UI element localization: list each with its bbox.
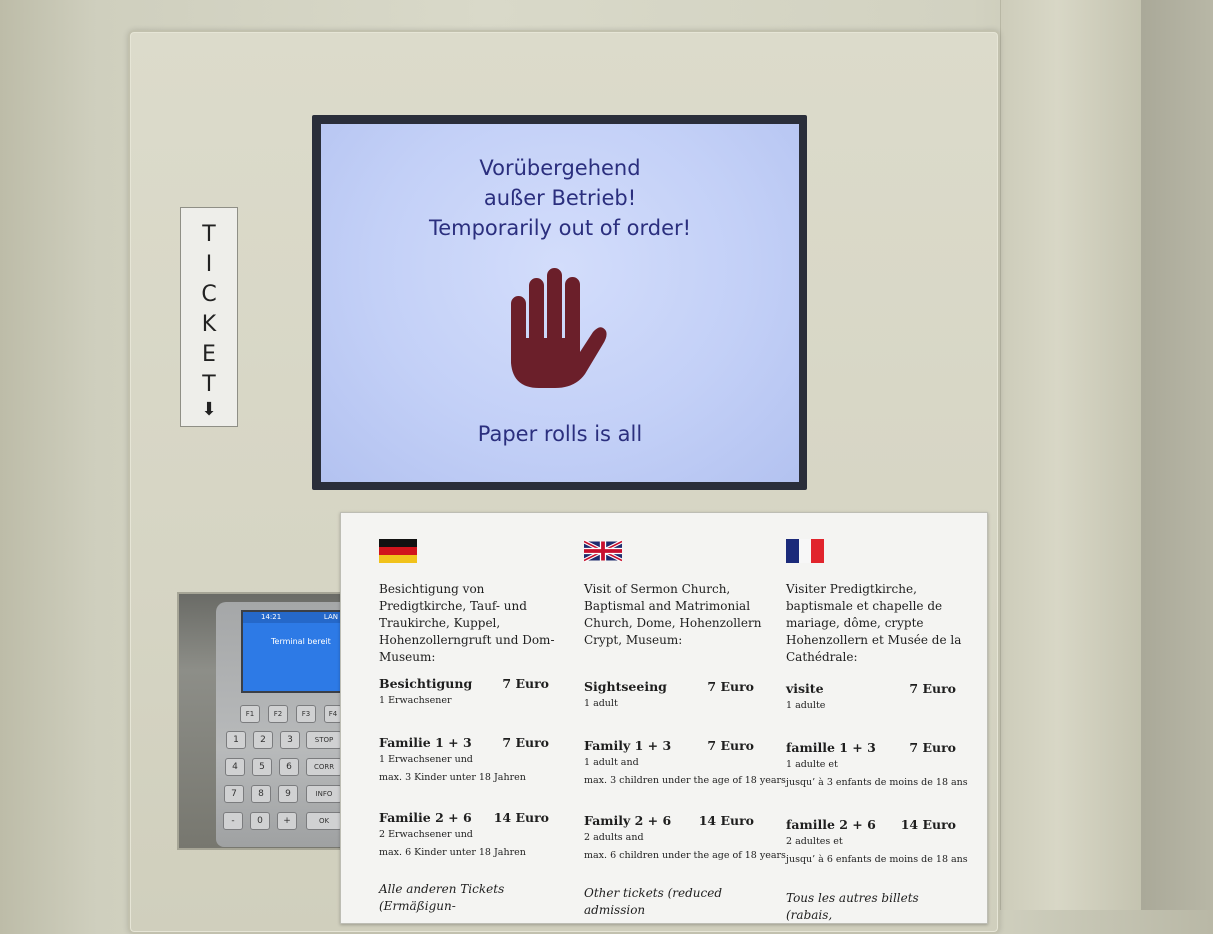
terminal-key-minus[interactable]: - xyxy=(223,812,243,830)
terminal-key-9[interactable]: 9 xyxy=(278,785,298,803)
price-item: Familie 2 + 6 14 Euro 2 Erwachsener und … xyxy=(379,810,549,861)
terminal-key-8[interactable]: 8 xyxy=(251,785,271,803)
ticket-letter: T xyxy=(202,222,216,247)
item-detail: 1 adult xyxy=(584,698,618,709)
price-item: Family 2 + 6 14 Euro 2 adults and max. 6… xyxy=(584,813,786,864)
intro-text: Besichtigung von Predigtkirche, Tauf- un… xyxy=(379,582,555,664)
other-tickets-note: Other tickets (reduced admission xyxy=(584,886,723,917)
terminal-key-stop[interactable]: STOP xyxy=(306,731,342,749)
item-detail: max. 3 Kinder unter 18 Jahren xyxy=(379,772,526,783)
terminal-key-ok[interactable]: OK xyxy=(306,812,342,830)
terminal-network: LAN xyxy=(323,613,338,621)
terminal-key-7[interactable]: 7 xyxy=(224,785,244,803)
item-price: 14 Euro xyxy=(493,810,549,825)
price-list-sign: Besichtigung von Predigtkirche, Tauf- un… xyxy=(340,512,988,924)
item-detail: 1 adulte et xyxy=(786,759,838,770)
terminal-display: 14:21 LAN Terminal bereit xyxy=(241,610,342,693)
terminal-key-6[interactable]: 6 xyxy=(279,758,299,776)
item-price: 7 Euro xyxy=(909,740,956,755)
terminal-key-0[interactable]: 0 xyxy=(250,812,270,830)
item-detail: 2 adultes et xyxy=(786,836,843,847)
terminal-time: 14:21 xyxy=(261,613,282,621)
kiosk-screen[interactable]: Vorübergehend außer Betrieb! Temporarily… xyxy=(321,124,799,482)
item-price: 7 Euro xyxy=(502,676,549,691)
down-arrow-icon: ⬇ xyxy=(201,399,217,420)
germany-flag-icon xyxy=(379,539,417,563)
terminal-key-f3[interactable]: F3 xyxy=(296,705,316,723)
price-column-german: Besichtigung von Predigtkirche, Tauf- un… xyxy=(379,513,569,923)
out-of-order-german-line2: außer Betrieb! xyxy=(483,186,637,210)
ticket-letter: K xyxy=(201,312,217,337)
item-price: 7 Euro xyxy=(909,681,956,696)
out-of-order-english: Temporarily out of order! xyxy=(428,216,692,240)
machine-side-frame xyxy=(1000,0,1141,910)
terminal-key-f1[interactable]: F1 xyxy=(240,705,260,723)
item-detail: 1 Erwachsener xyxy=(379,695,452,706)
other-tickets-note: Tous les autres billets (rabais, xyxy=(786,891,919,922)
item-detail: max. 3 children under the age of 18 year… xyxy=(584,775,786,786)
item-detail: max. 6 Kinder unter 18 Jahren xyxy=(379,847,526,858)
price-column-english: Visit of Sermon Church, Baptismal and Ma… xyxy=(584,513,786,923)
item-price: 7 Euro xyxy=(502,735,549,750)
item-price: 14 Euro xyxy=(900,817,956,832)
item-detail: 1 adult and xyxy=(584,757,639,768)
item-detail: 2 Erwachsener und xyxy=(379,829,473,840)
item-detail: jusqu’ à 6 enfants de moins de 18 ans xyxy=(786,854,968,865)
price-item: famille 1 + 3 7 Euro 1 adulte et jusqu’ … xyxy=(786,740,968,791)
price-item: Sightseeing 7 Euro 1 adult xyxy=(584,679,754,712)
item-detail: 2 adults and xyxy=(584,832,644,843)
stop-hand-icon xyxy=(511,268,607,388)
terminal-key-3[interactable]: 3 xyxy=(280,731,300,749)
wall-right xyxy=(1138,0,1213,910)
price-item: visite 7 Euro 1 adulte xyxy=(786,681,956,714)
item-detail: 1 adulte xyxy=(786,700,826,711)
price-item: Familie 1 + 3 7 Euro 1 Erwachsener und m… xyxy=(379,735,549,786)
item-price: 7 Euro xyxy=(707,738,754,753)
price-item: Family 1 + 3 7 Euro 1 adult and max. 3 c… xyxy=(584,738,786,789)
intro-text: Visit of Sermon Church, Baptismal and Ma… xyxy=(584,582,762,647)
ticket-letter: T xyxy=(202,372,216,397)
france-flag-icon xyxy=(786,539,824,563)
item-price: 7 Euro xyxy=(707,679,754,694)
item-detail: 1 Erwachsener und xyxy=(379,754,473,765)
ticket-letter: I xyxy=(205,252,213,277)
price-column-french: Visiter Predigtkirche, baptismale et cha… xyxy=(786,513,976,923)
terminal-key-info[interactable]: INFO xyxy=(306,785,342,803)
intro-text: Visiter Predigtkirche, baptismale et cha… xyxy=(786,582,962,664)
terminal-key-corr[interactable]: CORR xyxy=(306,758,342,776)
item-detail: jusqu’ à 3 enfants de moins de 18 ans xyxy=(786,777,968,788)
price-item: Besichtigung 7 Euro 1 Erwachsener xyxy=(379,676,549,709)
ticket-letter: E xyxy=(202,342,216,367)
terminal-key-5[interactable]: 5 xyxy=(252,758,272,776)
terminal-key-f2[interactable]: F2 xyxy=(268,705,288,723)
paper-rolls-message: Paper rolls is all xyxy=(477,422,643,446)
terminal-key-2[interactable]: 2 xyxy=(253,731,273,749)
terminal-status: Terminal bereit xyxy=(271,637,331,646)
ticket-letter: C xyxy=(201,282,217,307)
item-price: 14 Euro xyxy=(698,813,754,828)
out-of-order-german-line1: Vorübergehend xyxy=(479,156,641,180)
terminal-key-plus[interactable]: + xyxy=(277,812,297,830)
ticket-slot-label: T I C K E T ⬇ xyxy=(180,207,238,427)
terminal-key-4[interactable]: 4 xyxy=(225,758,245,776)
uk-flag-icon xyxy=(584,539,622,563)
terminal-key-1[interactable]: 1 xyxy=(226,731,246,749)
item-detail: max. 6 children under the age of 18 year… xyxy=(584,850,786,861)
price-item: famille 2 + 6 14 Euro 2 adultes et jusqu… xyxy=(786,817,968,868)
